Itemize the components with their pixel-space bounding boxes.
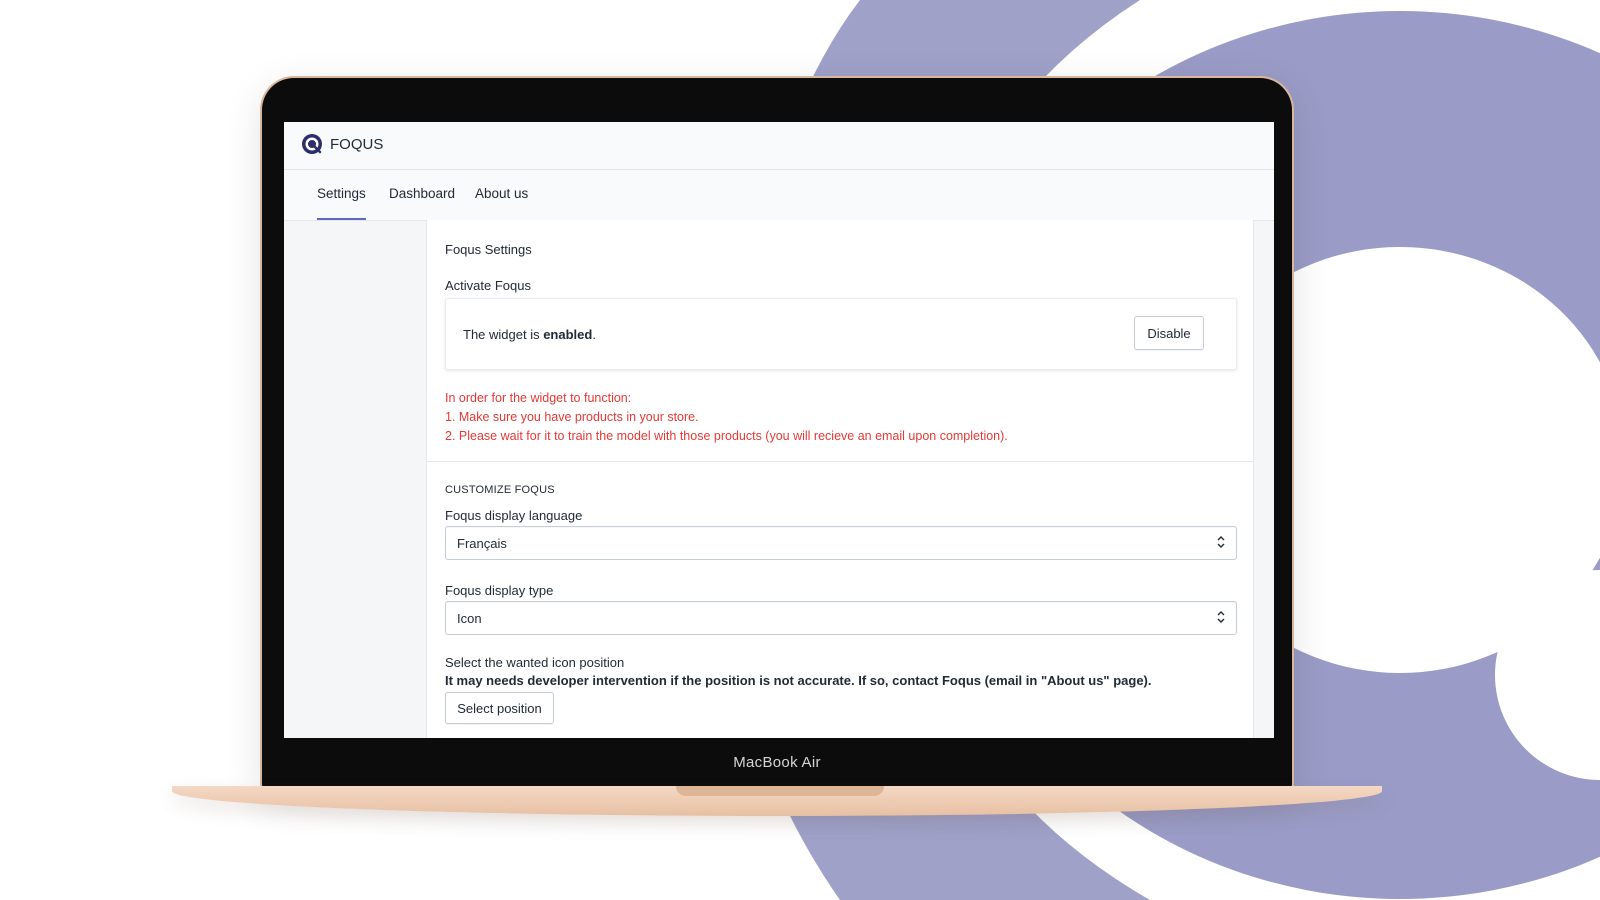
type-select[interactable]: Icon xyxy=(445,601,1237,635)
laptop-notch xyxy=(676,786,884,796)
top-bar: FOQUS xyxy=(284,122,1274,170)
settings-title: Foqus Settings xyxy=(445,242,532,257)
customize-heading: CUSTOMIZE FOQUS xyxy=(445,484,555,496)
type-select-value: Icon xyxy=(457,611,482,626)
language-label: Foqus display language xyxy=(445,508,583,523)
activate-label: Activate Foqus xyxy=(445,278,531,293)
widget-status-prefix: The widget is xyxy=(463,327,544,342)
settings-panel: Foqus Settings Activate Foqus The widget… xyxy=(426,220,1254,738)
language-select[interactable]: Français xyxy=(445,526,1237,560)
widget-status-text: The widget is enabled. xyxy=(463,327,596,342)
disable-button[interactable]: Disable xyxy=(1134,316,1204,350)
warning-line-3: 2. Please wait for it to train the model… xyxy=(445,429,1008,443)
app-title: FOQUS xyxy=(330,136,384,153)
select-arrows-icon xyxy=(1217,536,1225,548)
select-position-button[interactable]: Select position xyxy=(445,692,554,724)
language-select-value: Français xyxy=(457,536,507,551)
type-label: Foqus display type xyxy=(445,583,554,598)
tab-settings[interactable]: Settings xyxy=(317,170,366,220)
section-divider xyxy=(427,461,1253,462)
warning-line-2: 1. Make sure you have products in your s… xyxy=(445,410,699,424)
tab-about-us[interactable]: About us xyxy=(475,170,528,218)
app-screen: FOQUS Settings Dashboard About us Foqus … xyxy=(284,122,1274,738)
position-label: Select the wanted icon position xyxy=(445,655,625,670)
widget-status-card: The widget is enabled. Disable xyxy=(445,298,1237,370)
warning-line-1: In order for the widget to function: xyxy=(445,391,632,405)
position-note: It may needs developer intervention if t… xyxy=(445,673,1152,688)
widget-status-value: enabled xyxy=(543,327,593,342)
select-arrows-icon xyxy=(1217,611,1225,623)
foqus-logo-icon xyxy=(302,134,322,154)
tab-dashboard[interactable]: Dashboard xyxy=(389,170,455,218)
tab-bar: Settings Dashboard About us xyxy=(284,170,1274,221)
laptop-model-label: MacBook Air xyxy=(733,754,821,771)
widget-status-suffix: . xyxy=(592,327,596,342)
